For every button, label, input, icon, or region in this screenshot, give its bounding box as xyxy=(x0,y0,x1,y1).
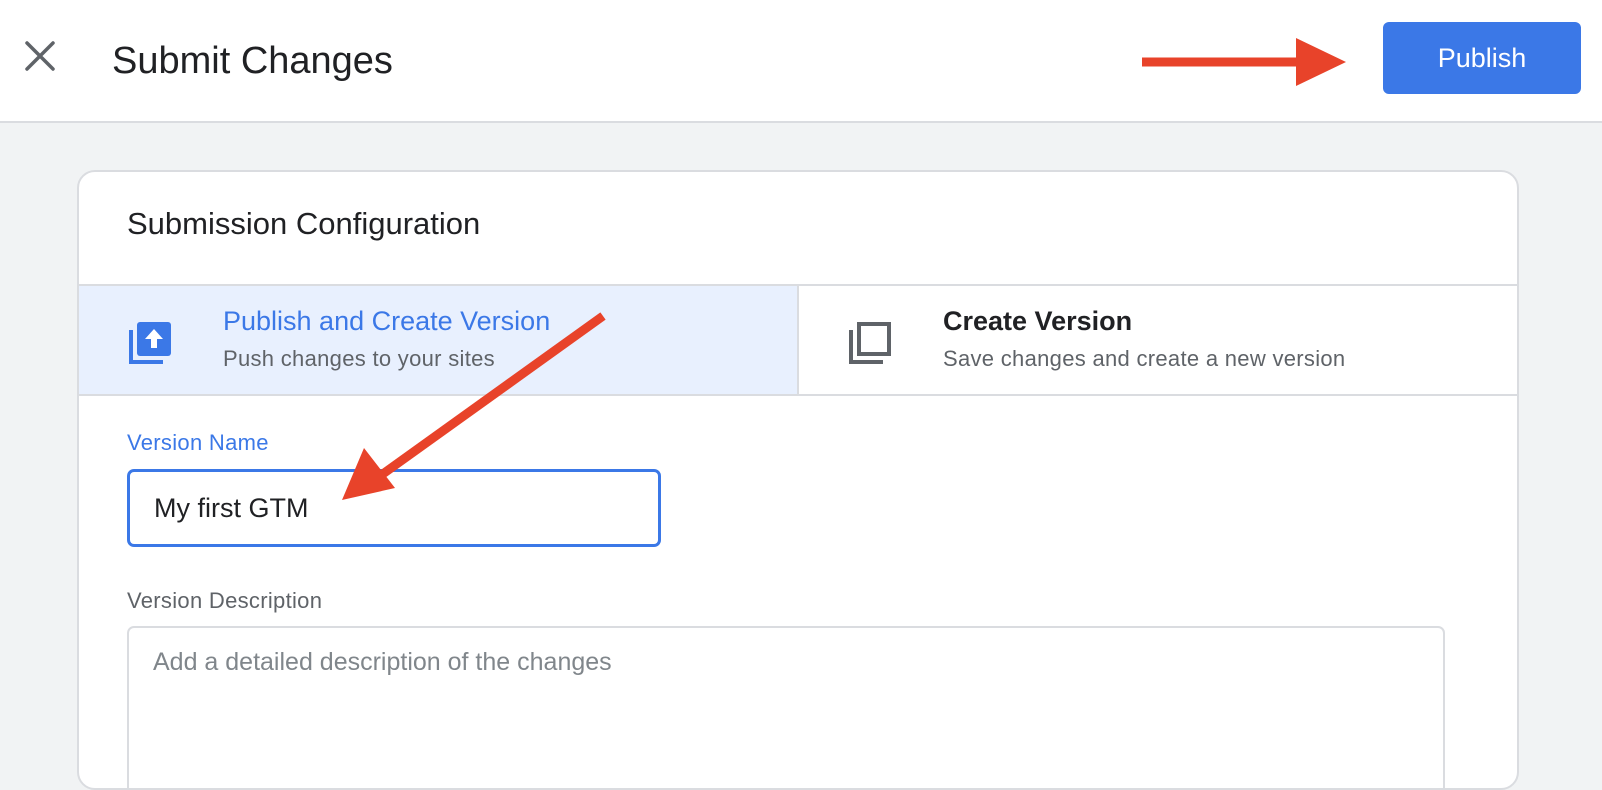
submission-configuration-card: Submission Configuration Publish and Cre… xyxy=(77,170,1519,790)
publish-upload-icon xyxy=(129,322,171,364)
option-title: Publish and Create Version xyxy=(223,306,551,336)
version-description-input[interactable] xyxy=(127,626,1445,788)
option-title: Create Version xyxy=(943,306,1133,336)
option-create-version[interactable]: Create Version Save changes and create a… xyxy=(799,286,1517,394)
copy-version-icon xyxy=(849,322,891,364)
publish-button[interactable]: Publish xyxy=(1383,22,1581,94)
version-name-label: Version Name xyxy=(127,430,269,455)
version-description-label: Version Description xyxy=(127,588,323,613)
close-button[interactable] xyxy=(14,30,66,82)
option-publish-and-create-version[interactable]: Publish and Create Version Push changes … xyxy=(79,286,799,394)
page-title: Submit Changes xyxy=(112,40,393,82)
card-title: Submission Configuration xyxy=(127,206,481,241)
top-bar: Submit Changes Publish xyxy=(0,0,1602,123)
version-name-input[interactable] xyxy=(127,469,661,547)
option-subtitle: Push changes to your sites xyxy=(223,346,495,371)
close-icon xyxy=(25,41,55,71)
submission-options: Publish and Create Version Push changes … xyxy=(79,284,1517,396)
option-subtitle: Save changes and create a new version xyxy=(943,346,1346,371)
